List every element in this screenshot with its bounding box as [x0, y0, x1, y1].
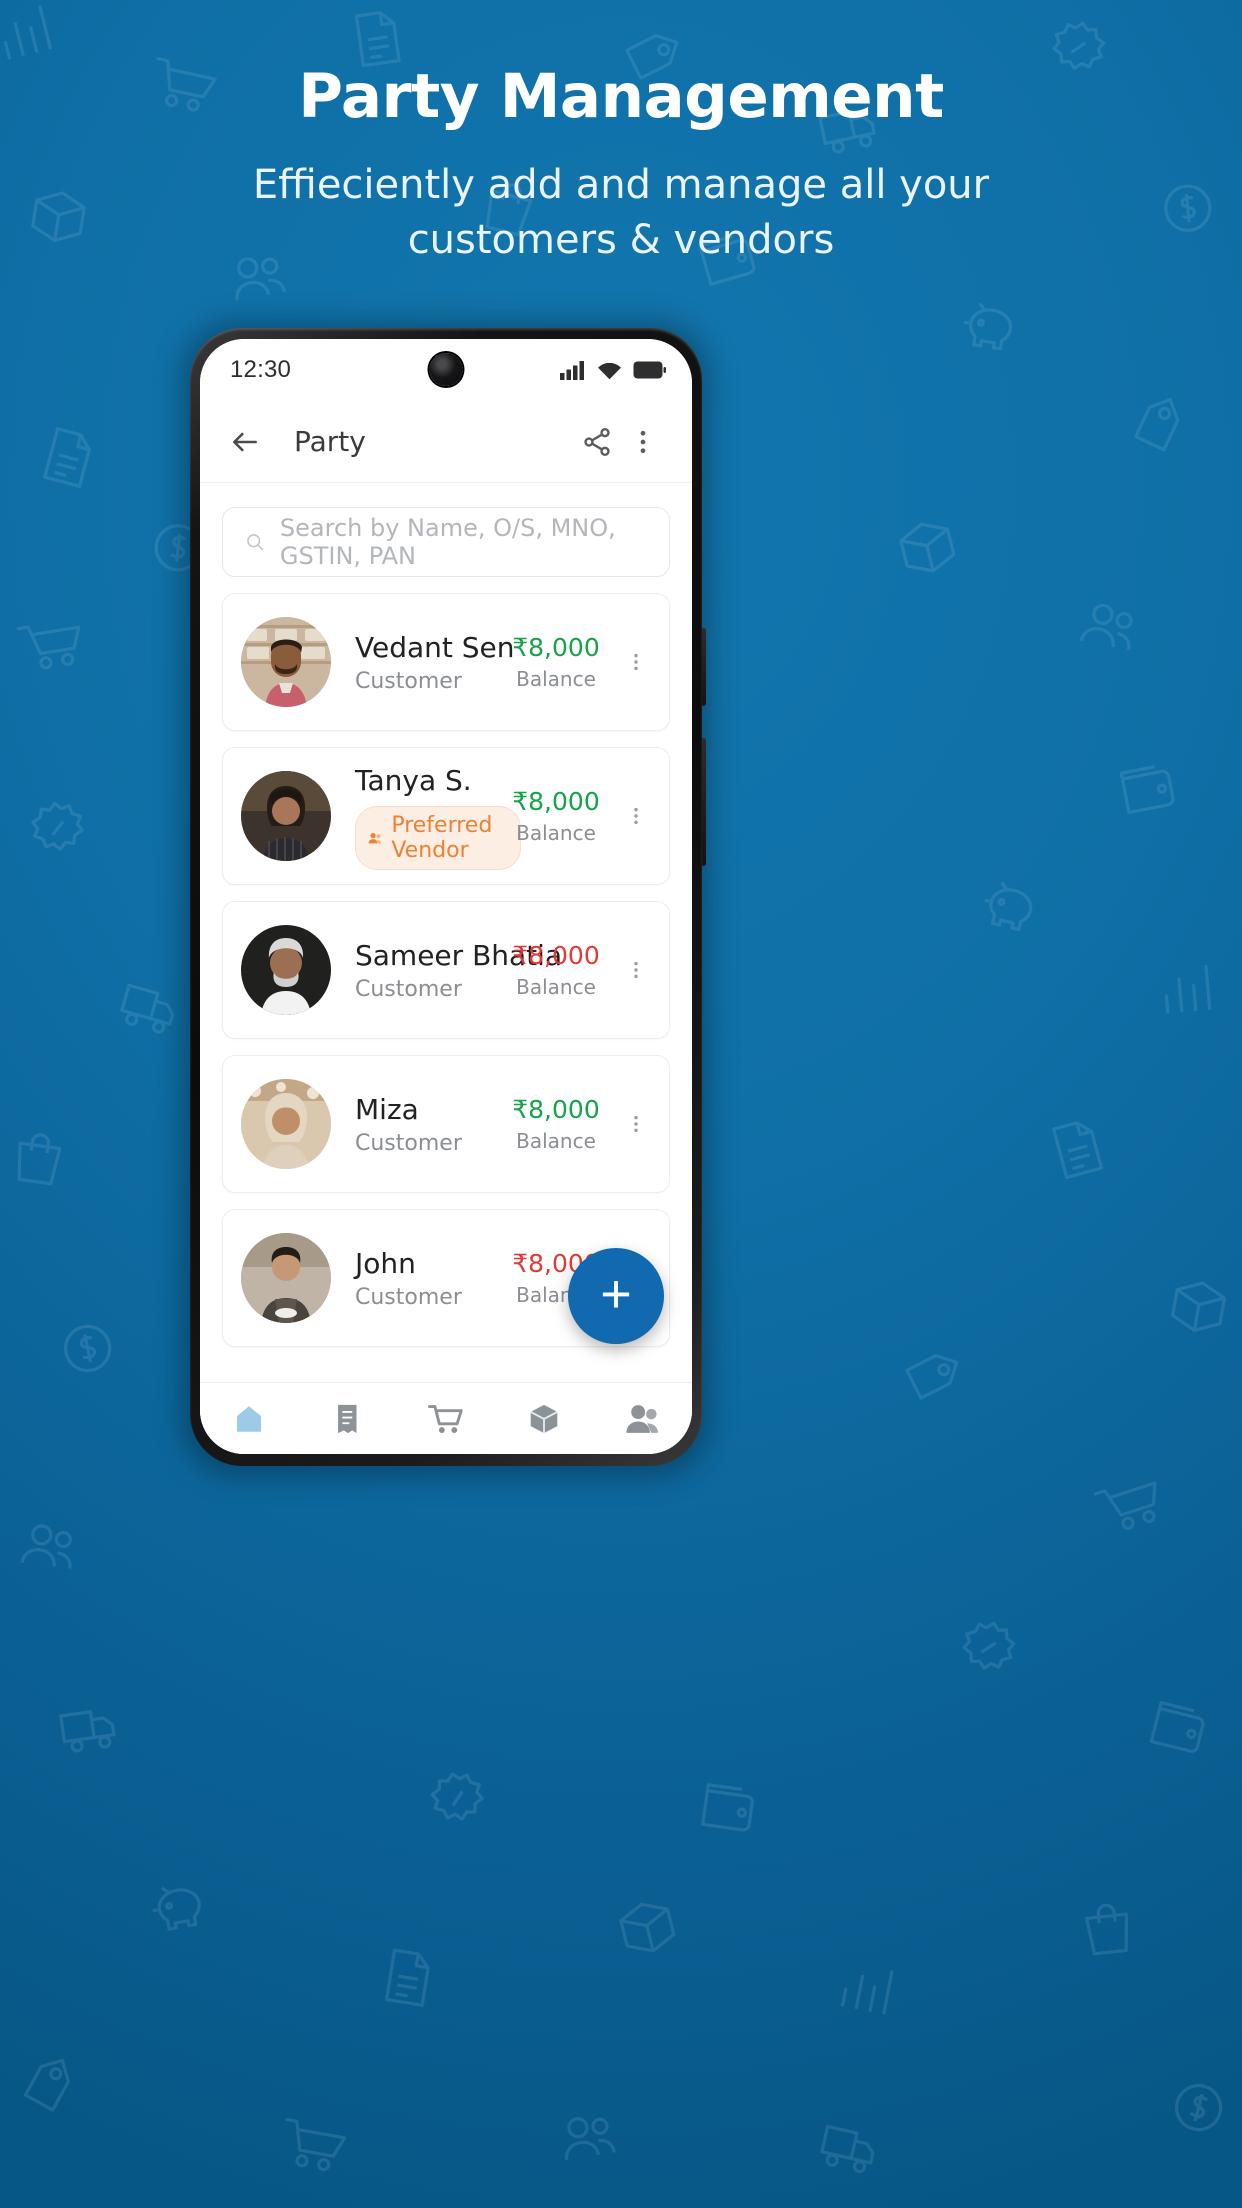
bottom-navigation: [200, 1382, 692, 1454]
app-bar: Party: [200, 401, 692, 483]
overflow-menu-button[interactable]: [620, 419, 666, 465]
party-type: Customer: [355, 977, 462, 1002]
hero-text-block: Party Management Effieciently add and ma…: [0, 61, 1242, 269]
table-row[interactable]: Vedant Sen Customer ₹8,000 Balance: [222, 593, 670, 731]
status-icons: [560, 360, 666, 380]
invoice-icon: [337, 1404, 357, 1433]
party-info: Tanya S. Preferred Vendor: [331, 763, 521, 870]
people-icon: [626, 1404, 658, 1433]
share-icon: [584, 427, 610, 456]
more-vertical-icon: [634, 653, 638, 671]
promo-banner: Party Management Effieciently add and ma…: [0, 0, 1242, 2208]
table-row[interactable]: Tanya S. Preferred Vendor ₹8,000 Balance: [222, 747, 670, 885]
status-time: 12:30: [230, 356, 292, 383]
table-row[interactable]: Miza Customer ₹8,000 Balance: [222, 1055, 670, 1193]
balance-amount: ₹8,000: [512, 633, 600, 662]
balance-label: Balance: [516, 975, 596, 999]
more-vertical-icon: [634, 1115, 638, 1133]
avatar-image-miza: [241, 1079, 331, 1169]
search-input[interactable]: Search by Name, O/S, MNO, GSTIN, PAN: [222, 507, 670, 577]
party-info: John Customer: [331, 1246, 493, 1310]
more-vertical-icon: [634, 961, 638, 979]
nav-item-invoices[interactable]: [298, 1383, 396, 1454]
arrow-left-icon: [233, 432, 257, 451]
page-title: Party Management: [298, 61, 944, 132]
search-icon: [247, 534, 264, 551]
signal-icon: [560, 361, 584, 380]
more-vertical-icon: [640, 430, 646, 453]
balance-amount: ₹8,000: [512, 787, 600, 816]
app-bar-title: Party: [294, 425, 366, 458]
balance-label: Balance: [516, 1129, 596, 1153]
add-party-fab[interactable]: +: [568, 1248, 664, 1344]
party-name: Vedant Sen: [355, 631, 515, 664]
phone-mockup: 12:30 Party Search by Name, O/S, MNO, GS…: [182, 322, 710, 1476]
party-name: John: [355, 1247, 416, 1280]
party-screen-content: Search by Name, O/S, MNO, GSTIN, PAN Ved…: [200, 483, 692, 1454]
avatar-image-vedant-sen: [241, 617, 331, 707]
party-balance: ₹8,000 Balance: [493, 1095, 619, 1153]
party-type: Customer: [355, 1285, 462, 1310]
party-type: Customer: [355, 669, 462, 694]
party-name: Sameer Bhatia: [355, 939, 563, 972]
party-info: Vedant Sen Customer: [331, 630, 515, 694]
party-name: Miza: [355, 1093, 419, 1126]
party-balance: ₹8,000 Balance: [493, 633, 619, 691]
nav-item-items[interactable]: [495, 1383, 593, 1454]
balance-amount: ₹8,000: [512, 1095, 600, 1124]
avatar: [241, 925, 331, 1015]
nav-item-parties[interactable]: [594, 1383, 692, 1454]
home-icon: [237, 1405, 262, 1432]
avatar: [241, 1233, 331, 1323]
more-vertical-icon: [634, 807, 638, 825]
front-camera-punch-hole: [429, 353, 463, 386]
party-info: Sameer Bhatia Customer: [331, 938, 563, 1002]
party-name: Tanya S.: [355, 763, 472, 797]
party-info: Miza Customer: [331, 1092, 493, 1156]
avatar: [241, 771, 331, 861]
status-bar: 12:30: [200, 339, 692, 401]
box-icon: [530, 1404, 559, 1433]
badge-label: Preferred Vendor: [391, 812, 493, 863]
battery-icon: [633, 361, 666, 379]
nav-item-sales[interactable]: [397, 1383, 495, 1454]
avatar: [241, 617, 331, 707]
balance-label: Balance: [516, 667, 596, 691]
cart-icon: [428, 1404, 463, 1433]
balance-amount: ₹8,000: [512, 941, 600, 970]
table-row[interactable]: Sameer Bhatia Customer ₹8,000 Balance: [222, 901, 670, 1039]
wifi-icon: [598, 362, 621, 379]
phone-screen: 12:30 Party Search by Name, O/S, MNO, GS…: [200, 339, 692, 1454]
phone-frame: 12:30 Party Search by Name, O/S, MNO, GS…: [190, 328, 702, 1466]
row-menu-button[interactable]: [619, 651, 653, 673]
row-menu-button[interactable]: [619, 805, 653, 827]
share-button[interactable]: [574, 419, 620, 465]
avatar-image-sameer-bhatia: [241, 925, 331, 1015]
people-icon: [368, 832, 381, 843]
avatar-image-john: [241, 1233, 331, 1323]
party-balance: ₹8,000 Balance: [493, 787, 619, 845]
plus-icon: +: [600, 1264, 632, 1324]
avatar-image-tanya-s: [241, 771, 331, 861]
balance-label: Balance: [516, 821, 596, 845]
avatar: [241, 1079, 331, 1169]
back-button[interactable]: [222, 419, 268, 465]
party-type: Customer: [355, 1131, 462, 1156]
row-menu-button[interactable]: [619, 1113, 653, 1135]
search-placeholder: Search by Name, O/S, MNO, GSTIN, PAN: [279, 514, 616, 570]
nav-item-home[interactable]: [200, 1383, 298, 1454]
row-menu-button[interactable]: [619, 959, 653, 981]
page-subtitle: Effieciently add and manage all your cus…: [252, 162, 990, 264]
party-balance: ₹8,000 Balance: [493, 941, 619, 999]
